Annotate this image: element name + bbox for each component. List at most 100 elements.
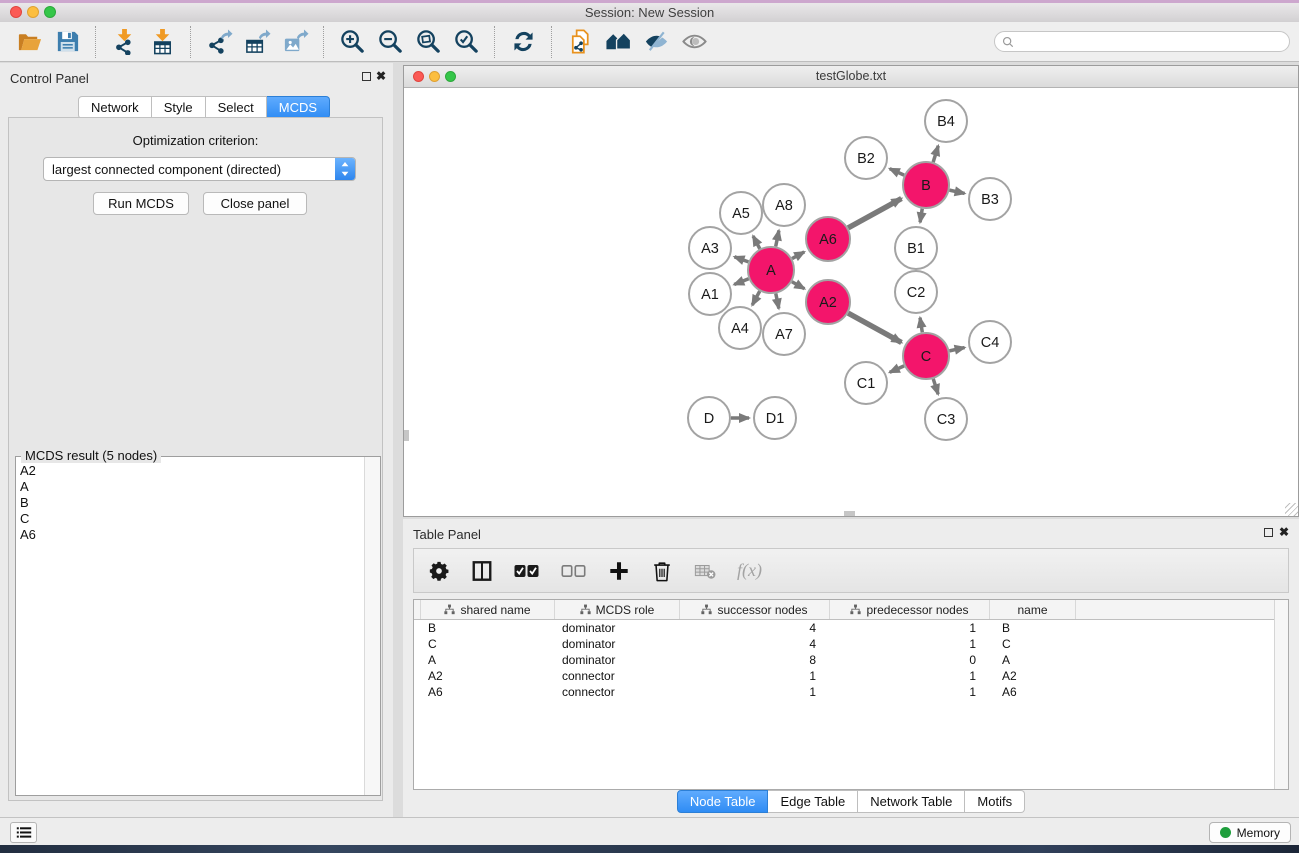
edge-B-B4[interactable] [933, 146, 938, 162]
tab-select[interactable]: Select [206, 96, 267, 119]
delete-table-icon[interactable] [694, 558, 716, 584]
node-D[interactable]: D [688, 397, 730, 439]
node-A7[interactable]: A7 [763, 313, 805, 355]
node-A2[interactable]: A2 [806, 280, 850, 324]
tab-motifs[interactable]: Motifs [965, 790, 1025, 813]
node-A1[interactable]: A1 [689, 273, 731, 315]
node-table[interactable]: shared nameMCDS rolesuccessor nodesprede… [413, 599, 1289, 790]
node-C1[interactable]: C1 [845, 362, 887, 404]
edge-C-C3[interactable] [933, 379, 938, 394]
float-panel-icon[interactable] [362, 72, 371, 81]
first-neighbors-icon[interactable] [602, 26, 634, 58]
edge-A-A6[interactable] [792, 252, 804, 259]
close-panel-button[interactable]: Close panel [203, 192, 307, 215]
result-item[interactable]: B [20, 495, 362, 511]
table-scrollbar[interactable] [1274, 600, 1288, 789]
edge-A-A4[interactable] [752, 291, 759, 305]
open-session-icon[interactable] [13, 26, 45, 58]
node-C[interactable]: C [903, 333, 949, 379]
tab-edge-table[interactable]: Edge Table [768, 790, 858, 813]
cell-MCDS-role[interactable]: dominator [555, 636, 680, 652]
zoom-out-icon[interactable] [374, 26, 406, 58]
node-C3[interactable]: C3 [925, 398, 967, 440]
edge-B-B1[interactable] [920, 209, 922, 223]
network-canvas[interactable]: A5A8A6A3AA1A2A4A7B2B4BB3B1C2C4CC1C3DD1 [404, 88, 1298, 516]
add-row-icon[interactable] [608, 558, 630, 584]
search-input[interactable] [1019, 34, 1282, 50]
criterion-dropdown[interactable]: largest connected component (directed) [43, 157, 356, 181]
cell-shared-name[interactable]: A6 [421, 684, 555, 700]
tab-node-table[interactable]: Node Table [677, 790, 769, 813]
column-header-successor-nodes[interactable]: successor nodes [680, 600, 830, 619]
cell-predecessor-nodes[interactable]: 1 [830, 620, 990, 636]
node-B[interactable]: B [903, 162, 949, 208]
network-window-titlebar[interactable]: testGlobe.txt [404, 66, 1298, 88]
cell-successor-nodes[interactable]: 4 [680, 620, 830, 636]
node-A3[interactable]: A3 [689, 227, 731, 269]
task-history-button[interactable] [10, 822, 37, 843]
result-item[interactable]: A [20, 479, 362, 495]
horizontal-scroll-indicator[interactable] [844, 511, 855, 516]
tab-network[interactable]: Network [78, 96, 152, 119]
hide-selected-icon[interactable] [640, 26, 672, 58]
window-resize-grip[interactable] [1285, 503, 1298, 516]
result-item[interactable]: A6 [20, 527, 362, 543]
node-A8[interactable]: A8 [763, 184, 805, 226]
node-B3[interactable]: B3 [969, 178, 1011, 220]
zoom-selected-icon[interactable] [450, 26, 482, 58]
column-header-predecessor-nodes[interactable]: predecessor nodes [830, 600, 990, 619]
cell-successor-nodes[interactable]: 4 [680, 636, 830, 652]
cell-successor-nodes[interactable]: 8 [680, 652, 830, 668]
cell-shared-name[interactable]: A2 [421, 668, 555, 684]
mcds-result-list[interactable]: A2ABCA6 [20, 463, 362, 791]
table-row[interactable]: Cdominator41C [414, 636, 1288, 652]
node-B1[interactable]: B1 [895, 227, 937, 269]
edge-B-B3[interactable] [949, 190, 964, 193]
settings-icon[interactable] [428, 558, 450, 584]
cell-predecessor-nodes[interactable]: 0 [830, 652, 990, 668]
cell-MCDS-role[interactable]: connector [555, 668, 680, 684]
network-graph[interactable]: A5A8A6A3AA1A2A4A7B2B4BB3B1C2C4CC1C3DD1 [404, 88, 1298, 516]
export-network-icon[interactable] [203, 26, 235, 58]
edge-B-B2[interactable] [890, 169, 904, 175]
cell-successor-nodes[interactable]: 1 [680, 684, 830, 700]
node-C4[interactable]: C4 [969, 321, 1011, 363]
cell-name[interactable]: C [990, 636, 1076, 652]
cell-name[interactable]: A6 [990, 684, 1076, 700]
edge-A-A1[interactable] [734, 279, 748, 285]
edge-A-A3[interactable] [734, 257, 748, 262]
select-all-icon[interactable] [514, 558, 540, 584]
deselect-all-icon[interactable] [561, 558, 587, 584]
show-details-icon[interactable] [678, 26, 710, 58]
apply-layout-icon[interactable] [507, 26, 539, 58]
import-table-icon[interactable] [146, 26, 178, 58]
node-A5[interactable]: A5 [720, 192, 762, 234]
memory-button[interactable]: Memory [1209, 822, 1291, 843]
edge-A2-C[interactable] [848, 313, 901, 342]
column-header-name[interactable]: name [990, 600, 1076, 619]
cell-MCDS-role[interactable]: connector [555, 684, 680, 700]
cell-shared-name[interactable]: B [421, 620, 555, 636]
result-item[interactable]: A2 [20, 463, 362, 479]
cell-name[interactable]: B [990, 620, 1076, 636]
export-image-icon[interactable] [279, 26, 311, 58]
cell-shared-name[interactable]: C [421, 636, 555, 652]
column-header-shared-name[interactable]: shared name [421, 600, 555, 619]
cell-name[interactable]: A [990, 652, 1076, 668]
node-B2[interactable]: B2 [845, 137, 887, 179]
edge-A-A2[interactable] [792, 282, 805, 289]
node-A4[interactable]: A4 [719, 307, 761, 349]
copy-style-icon[interactable] [564, 26, 596, 58]
zoom-in-icon[interactable] [336, 26, 368, 58]
vertical-scroll-indicator[interactable] [404, 430, 409, 441]
cell-predecessor-nodes[interactable]: 1 [830, 668, 990, 684]
node-A6[interactable]: A6 [806, 217, 850, 261]
edge-A-A5[interactable] [753, 236, 760, 249]
result-scrollbar[interactable] [364, 457, 380, 795]
apply-function-icon[interactable]: f(x) [737, 558, 762, 584]
cell-successor-nodes[interactable]: 1 [680, 668, 830, 684]
node-C2[interactable]: C2 [895, 271, 937, 313]
cell-shared-name[interactable]: A [421, 652, 555, 668]
run-mcds-button[interactable]: Run MCDS [93, 192, 189, 215]
tab-mcds[interactable]: MCDS [267, 96, 330, 119]
